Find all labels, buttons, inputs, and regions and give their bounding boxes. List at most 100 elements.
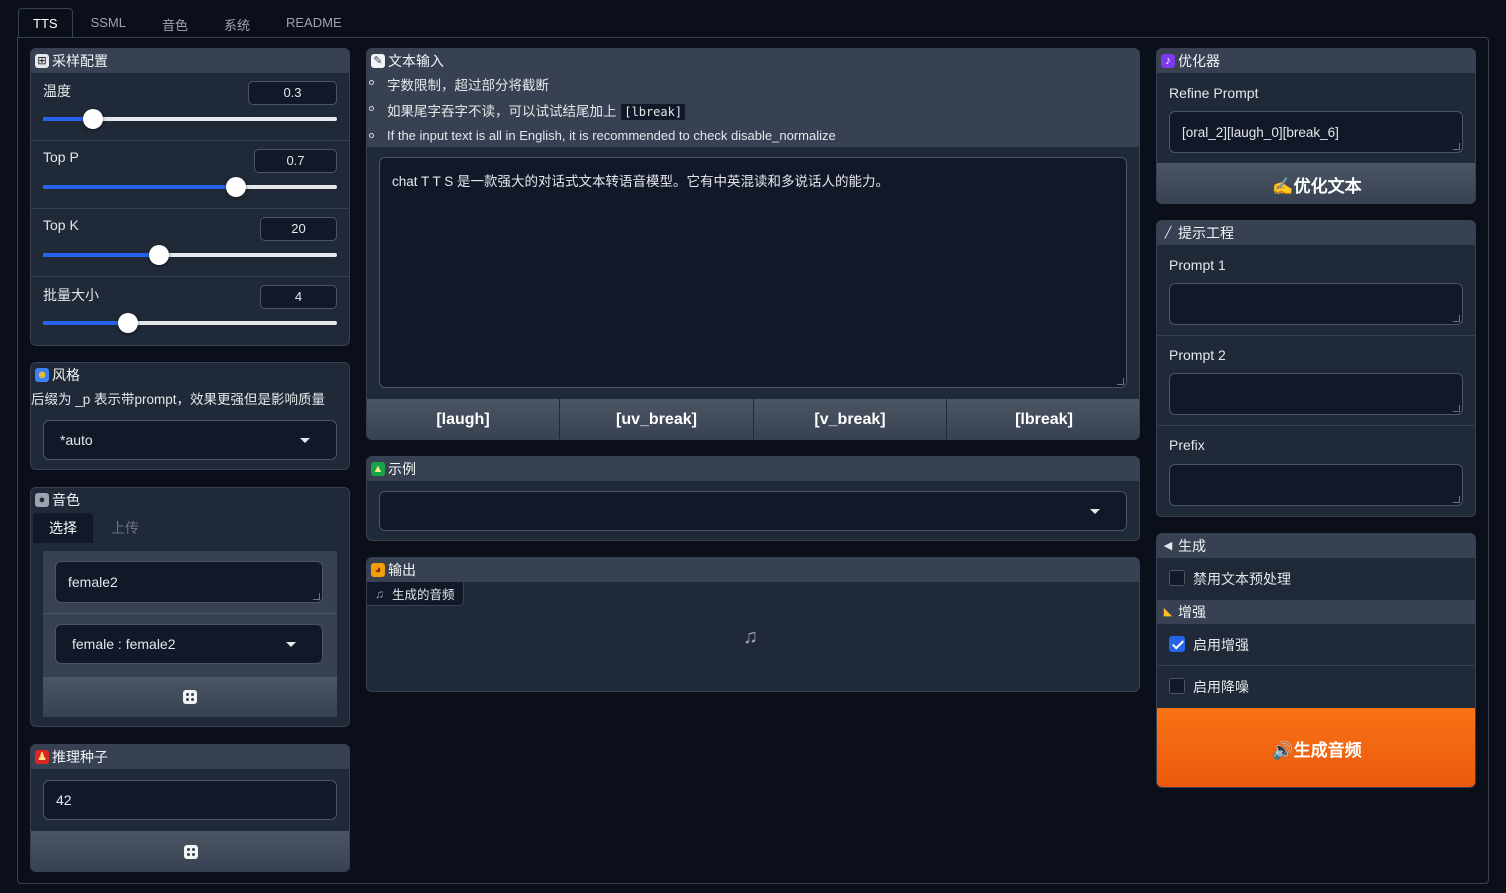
speaker-icon: ◀ [1163, 540, 1173, 552]
examples-block: ▲ 示例 [366, 456, 1140, 541]
resize-handle-icon[interactable] [1453, 496, 1460, 503]
disable-normalize-label[interactable]: 禁用文本预处理 [1193, 569, 1291, 589]
prefix-input[interactable] [1169, 464, 1463, 506]
person-silhouette-icon: ● [35, 493, 49, 507]
slider-fill [43, 321, 129, 325]
slider-track[interactable] [43, 313, 337, 333]
tab-ssml[interactable]: SSML [77, 8, 140, 38]
slider-thumb[interactable] [149, 245, 170, 265]
slider-track[interactable] [43, 109, 337, 129]
divider [43, 613, 337, 614]
slider-label: 批量大小 [43, 287, 99, 303]
slider-track[interactable] [43, 245, 337, 265]
style-block: ☻ 风格 后缀为 _p 表示带prompt，效果更强但是影响质量 *auto [30, 362, 350, 470]
output-title: ◕ 输出 [367, 558, 1139, 582]
refine-prompt-input[interactable]: [oral_2][laugh_0][break_6] [1169, 111, 1463, 153]
slider-track[interactable] [43, 177, 337, 197]
prompt-engineering-title: ╱ 提示工程 [1157, 221, 1475, 245]
disable-normalize-checkbox[interactable] [1169, 570, 1185, 586]
top-p-number-input[interactable]: 0.7 [254, 149, 337, 173]
prompt1-label: Prompt 1 [1169, 257, 1226, 273]
examples-dropdown[interactable] [379, 491, 1127, 531]
chevron-down-icon [286, 642, 296, 647]
text-input-title: ✎ 文本输入 [367, 49, 1139, 73]
text-input-block: ✎ 文本输入 字数限制，超过部分将截断 如果尾字吞字不读，可以试试结尾加上 [l… [366, 48, 1140, 440]
divider [1157, 425, 1475, 426]
seed-input[interactable]: 42 [43, 780, 337, 820]
generate-title: ◀ 生成 [1157, 534, 1475, 558]
batch-size-number-input[interactable]: 4 [260, 285, 337, 309]
slider-batch-size: 批量大小 4 [31, 277, 349, 345]
chevron-down-icon [300, 438, 310, 443]
voice-select-panel: female2 female : female2 [43, 551, 337, 677]
speaker-dropdown[interactable]: female : female2 [55, 624, 323, 664]
audio-label-badge: ♫ 生成的音频 [367, 582, 464, 606]
palette-icon: ◕ [371, 563, 385, 577]
flexed-arm-icon: ◣ [1163, 606, 1173, 618]
voice-subtab-select[interactable]: 选择 [33, 513, 93, 543]
enable-denoise-checkbox[interactable] [1169, 678, 1185, 694]
dice-icon [183, 690, 197, 704]
slider-thumb[interactable] [118, 313, 139, 333]
enable-enhance-label[interactable]: 启用增强 [1193, 635, 1249, 655]
tab-tts[interactable]: TTS [18, 8, 73, 38]
resize-handle-icon[interactable] [313, 593, 320, 600]
slider-label: 温度 [43, 83, 71, 99]
tab-voice[interactable]: 音色 [148, 8, 202, 38]
style-dropdown[interactable]: *auto [43, 420, 337, 460]
insert-v-break-button[interactable]: [v_break] [754, 399, 947, 439]
voice-subtab-upload[interactable]: 上传 [95, 513, 155, 543]
audio-placeholder-icon: ♫ [743, 626, 758, 648]
bullet-icon [369, 133, 374, 138]
sampling-config-block: ⊞ 采样配置 温度 0.3 Top P 0.7 Top K 20 批量大小 4 [30, 48, 350, 346]
note-lbreak-tip: 如果尾字吞字不读，可以试试结尾加上 [lbreak] [387, 100, 687, 121]
slider-thumb[interactable] [225, 177, 246, 197]
optimizer-block: ♪ 优化器 Refine Prompt [oral_2][laugh_0][br… [1156, 48, 1476, 204]
voice-title: ● 音色 [31, 488, 349, 512]
voice-block: ● 音色 选择 上传 female2 female : female2 [30, 487, 350, 727]
enable-denoise-label[interactable]: 启用降噪 [1193, 677, 1249, 697]
generate-block: ◀ 生成 禁用文本预处理 ◣ 增强 启用增强 启用降噪 🔊生成音频 [1156, 533, 1476, 788]
tree-icon: ▲ [371, 462, 385, 476]
slider-temperature: 温度 0.3 [31, 73, 349, 141]
note-length-limit: 字数限制，超过部分将截断 [387, 78, 549, 93]
enable-enhance-checkbox[interactable] [1169, 636, 1185, 652]
prompt1-input[interactable] [1169, 283, 1463, 325]
resize-handle-icon[interactable] [1453, 405, 1460, 412]
resize-handle-icon[interactable] [1453, 315, 1460, 322]
refine-text-button[interactable]: ✍️优化文本 [1157, 163, 1475, 203]
insert-uv-break-button[interactable]: [uv_break] [560, 399, 754, 439]
slider-thumb[interactable] [82, 109, 103, 129]
generate-audio-button[interactable]: 🔊生成音频 [1157, 708, 1475, 787]
music-notes-icon: ♪ [1161, 54, 1175, 68]
random-speaker-button[interactable] [43, 677, 337, 717]
slider-fill [43, 253, 160, 257]
prompt2-input[interactable] [1169, 373, 1463, 415]
resize-handle-icon[interactable] [1117, 378, 1124, 385]
chevron-down-icon [1090, 509, 1100, 514]
style-title: ☻ 风格 [31, 363, 349, 387]
insert-lbreak-button[interactable]: [lbreak] [947, 399, 1139, 439]
music-note-icon: ♫ [375, 586, 384, 601]
divider [1157, 665, 1475, 666]
enhance-title: ◣ 增强 [1157, 600, 1475, 624]
random-seed-button[interactable] [31, 831, 349, 871]
tab-system[interactable]: 系统 [210, 8, 264, 38]
tts-text-area[interactable]: chat T T S 是一款强大的对话式文本转语音模型。它有中英混读和多说话人的… [379, 157, 1127, 388]
optimizer-title: ♪ 优化器 [1157, 49, 1475, 73]
tab-readme[interactable]: README [272, 8, 356, 38]
resize-handle-icon[interactable] [1453, 143, 1460, 150]
slider-label: Top P [43, 149, 79, 165]
temperature-number-input[interactable]: 0.3 [248, 81, 337, 105]
top-k-number-input[interactable]: 20 [260, 217, 337, 241]
mask-icon: ☻ [35, 368, 49, 382]
seed-block: ♟ 推理种子 42 [30, 744, 350, 872]
insert-laugh-button[interactable]: [laugh] [367, 399, 560, 439]
style-description: 后缀为 _p 表示带prompt，效果更强但是影响质量 [31, 392, 326, 407]
wand-icon: ╱ [1164, 227, 1172, 239]
lbreak-code: [lbreak] [620, 103, 687, 121]
note-english: If the input text is all in English, it … [387, 128, 836, 143]
speaker-text-input[interactable]: female2 [55, 561, 323, 603]
slider-top-k: Top K 20 [31, 209, 349, 277]
slider-fill [43, 185, 236, 189]
